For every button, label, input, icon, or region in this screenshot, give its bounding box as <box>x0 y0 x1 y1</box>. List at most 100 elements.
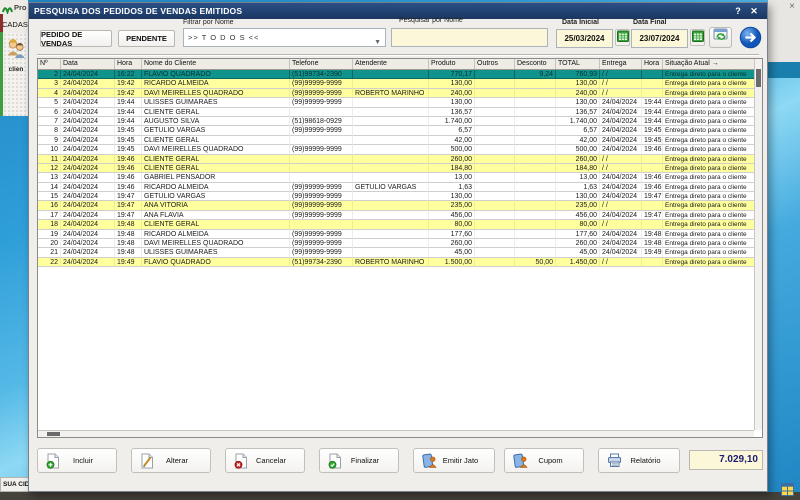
table-row[interactable]: 524/04/202419:44ULISSES GUIMARAES(99)999… <box>38 98 755 107</box>
toolbar-item-clientes[interactable]: clien <box>5 38 27 74</box>
cell-hora: 19:44 <box>115 98 142 107</box>
cell-desc <box>515 230 556 239</box>
cell-ent: 24/04/2024 <box>600 145 642 154</box>
data-final-label: Data Final <box>633 19 666 26</box>
finalizar-button[interactable]: Finalizar <box>319 448 399 473</box>
table-row[interactable]: 1424/04/202419:46RICARDO ALMEIDA(99)9999… <box>38 183 755 192</box>
table-row[interactable]: 1724/04/202419:47ANA FLAVIA(99)99999-999… <box>38 211 755 220</box>
orders-table: NºDataHoraNome do ClienteTelefoneAtenden… <box>37 58 763 438</box>
help-button[interactable]: ? <box>730 4 746 18</box>
cell-total: 184,80 <box>556 164 600 173</box>
vertical-scrollbar[interactable] <box>754 59 762 430</box>
cell-sit: Entrega direto para o cliente <box>663 89 755 98</box>
background-close-icon[interactable]: × <box>789 1 795 12</box>
cell-outros <box>475 89 515 98</box>
table-row[interactable]: 424/04/202419:42DAVI MEIRELLES QUADRADO(… <box>38 89 755 98</box>
cell-tel <box>290 155 353 164</box>
cupom-button[interactable]: Cupom <box>504 448 584 473</box>
emitir-jato-button[interactable]: Emitir Jato <box>413 448 495 473</box>
table-row[interactable]: 2224/04/202419:49FLAVIO QUADRADO(51)9973… <box>38 258 755 267</box>
cell-outros <box>475 211 515 220</box>
cell-nome: FLAVIO QUADRADO <box>142 70 290 79</box>
column-header[interactable]: Nº <box>38 59 61 69</box>
column-header[interactable]: Entrega <box>600 59 642 69</box>
filtrar-por-nome-combobox[interactable]: >> T O D O S << ▼ <box>183 28 386 47</box>
cell-sit: Entrega direto para o cliente <box>663 108 755 117</box>
table-row[interactable]: 2024/04/202419:48DAVI MEIRELLES QUADRADO… <box>38 239 755 248</box>
relatorio-label: Relatório <box>622 456 679 465</box>
cell-hora2 <box>642 79 663 88</box>
cell-n: 7 <box>38 117 61 126</box>
cell-nome: DAVI MEIRELLES QUADRADO <box>142 239 290 248</box>
close-button[interactable]: ✕ <box>746 4 762 18</box>
table-row[interactable]: 1324/04/202419:46GABRIEL PENSADOR13,0013… <box>38 173 755 182</box>
cell-n: 2 <box>38 70 61 79</box>
cell-atend <box>353 192 429 201</box>
cell-total: 45,00 <box>556 248 600 257</box>
table-row[interactable]: 1524/04/202419:47GETULIO VARGAS(99)99999… <box>38 192 755 201</box>
column-header[interactable]: Data <box>61 59 115 69</box>
pendente-button[interactable]: PENDENTE <box>118 30 175 47</box>
table-row[interactable]: 1824/04/202419:48CLIENTE GERAL80,0080,00… <box>38 220 755 229</box>
cell-total: 136,57 <box>556 108 600 117</box>
table-row[interactable]: 324/04/202419:42RICARDO ALMEIDA(99)99999… <box>38 79 755 88</box>
pesquisar-por-nome-input[interactable] <box>391 28 548 47</box>
pedido-de-vendas-button[interactable]: PEDIDO DE VENDAS <box>40 30 112 47</box>
table-row[interactable]: 724/04/202419:44AUGUSTO SILVA(51)98618-0… <box>38 117 755 126</box>
table-row[interactable]: 824/04/202419:45GETULIO VARGAS(99)99999-… <box>38 126 755 135</box>
table-row[interactable]: 224/04/202416:22FLAVIO QUADRADO(51)99734… <box>38 70 755 79</box>
cell-n: 5 <box>38 98 61 107</box>
table-row[interactable]: 1224/04/202419:46CLIENTE GERAL184,80184,… <box>38 164 755 173</box>
column-header[interactable]: Atendente <box>353 59 429 69</box>
table-row[interactable]: 924/04/202419:45CLIENTE GERAL42,0042,002… <box>38 136 755 145</box>
menu-item-cadastros[interactable]: CADAS <box>2 20 28 29</box>
cell-tel: (51)99734-2390 <box>290 70 353 79</box>
cell-tel <box>290 173 353 182</box>
cell-desc <box>515 89 556 98</box>
cell-hora2: 19:47 <box>642 192 663 201</box>
go-search-button[interactable] <box>739 26 762 49</box>
table-row[interactable]: 624/04/202419:44CLIENTE GERAL136,57136,5… <box>38 108 755 117</box>
cell-hora2 <box>642 201 663 210</box>
column-header[interactable]: TOTAL <box>556 59 600 69</box>
column-header[interactable]: Hora <box>642 59 663 69</box>
table-row[interactable]: 1924/04/202419:48RICARDO ALMEIDA(99)9999… <box>38 230 755 239</box>
column-header[interactable]: Nome do Cliente <box>142 59 290 69</box>
data-final-input[interactable]: 23/07/2024 <box>631 29 688 48</box>
column-header[interactable]: Produto <box>429 59 475 69</box>
cell-n: 21 <box>38 248 61 257</box>
alterar-button[interactable]: Alterar <box>131 448 211 473</box>
table-row[interactable]: 2124/04/202419:48ULISSES GUIMARAES(99)99… <box>38 248 755 257</box>
data-final-calendar-button[interactable] <box>690 29 705 46</box>
column-header[interactable]: Telefone <box>290 59 353 69</box>
table-row[interactable]: 1024/04/202419:45DAVI MEIRELLES QUADRADO… <box>38 145 755 154</box>
cell-ent: 24/04/2024 <box>600 117 642 126</box>
refresh-button[interactable] <box>709 27 732 48</box>
cell-nome: CLIENTE GERAL <box>142 164 290 173</box>
cell-sit: Entrega direto para o cliente <box>663 98 755 107</box>
cell-desc <box>515 126 556 135</box>
cell-data: 24/04/2024 <box>61 136 115 145</box>
column-header[interactable]: Desconto <box>515 59 556 69</box>
cell-atend <box>353 70 429 79</box>
cell-atend <box>353 117 429 126</box>
incluir-button[interactable]: Incluir <box>37 448 117 473</box>
cell-desc <box>515 145 556 154</box>
vertical-scrollbar-thumb[interactable] <box>756 69 761 87</box>
tray-window-icon[interactable] <box>781 483 794 496</box>
cell-ent: 24/04/2024 <box>600 108 642 117</box>
cell-nome: CLIENTE GERAL <box>142 220 290 229</box>
cell-total: 130,00 <box>556 192 600 201</box>
cell-prod: 1.740,00 <box>429 117 475 126</box>
horizontal-scrollbar-thumb[interactable] <box>47 432 60 436</box>
column-header[interactable]: Situação Atual → <box>663 59 755 69</box>
cancelar-button[interactable]: Cancelar <box>225 448 305 473</box>
table-row[interactable]: 1124/04/202419:46CLIENTE GERAL260,00260,… <box>38 155 755 164</box>
table-row[interactable]: 1624/04/202419:47ANA VITORIA(99)99999-99… <box>38 201 755 210</box>
data-inicial-calendar-button[interactable] <box>615 29 630 46</box>
relatorio-button[interactable]: Relatório <box>598 448 680 473</box>
column-header[interactable]: Outros <box>475 59 515 69</box>
data-inicial-input[interactable]: 25/03/2024 <box>556 29 613 48</box>
column-header[interactable]: Hora <box>115 59 142 69</box>
horizontal-scrollbar[interactable] <box>38 430 754 437</box>
